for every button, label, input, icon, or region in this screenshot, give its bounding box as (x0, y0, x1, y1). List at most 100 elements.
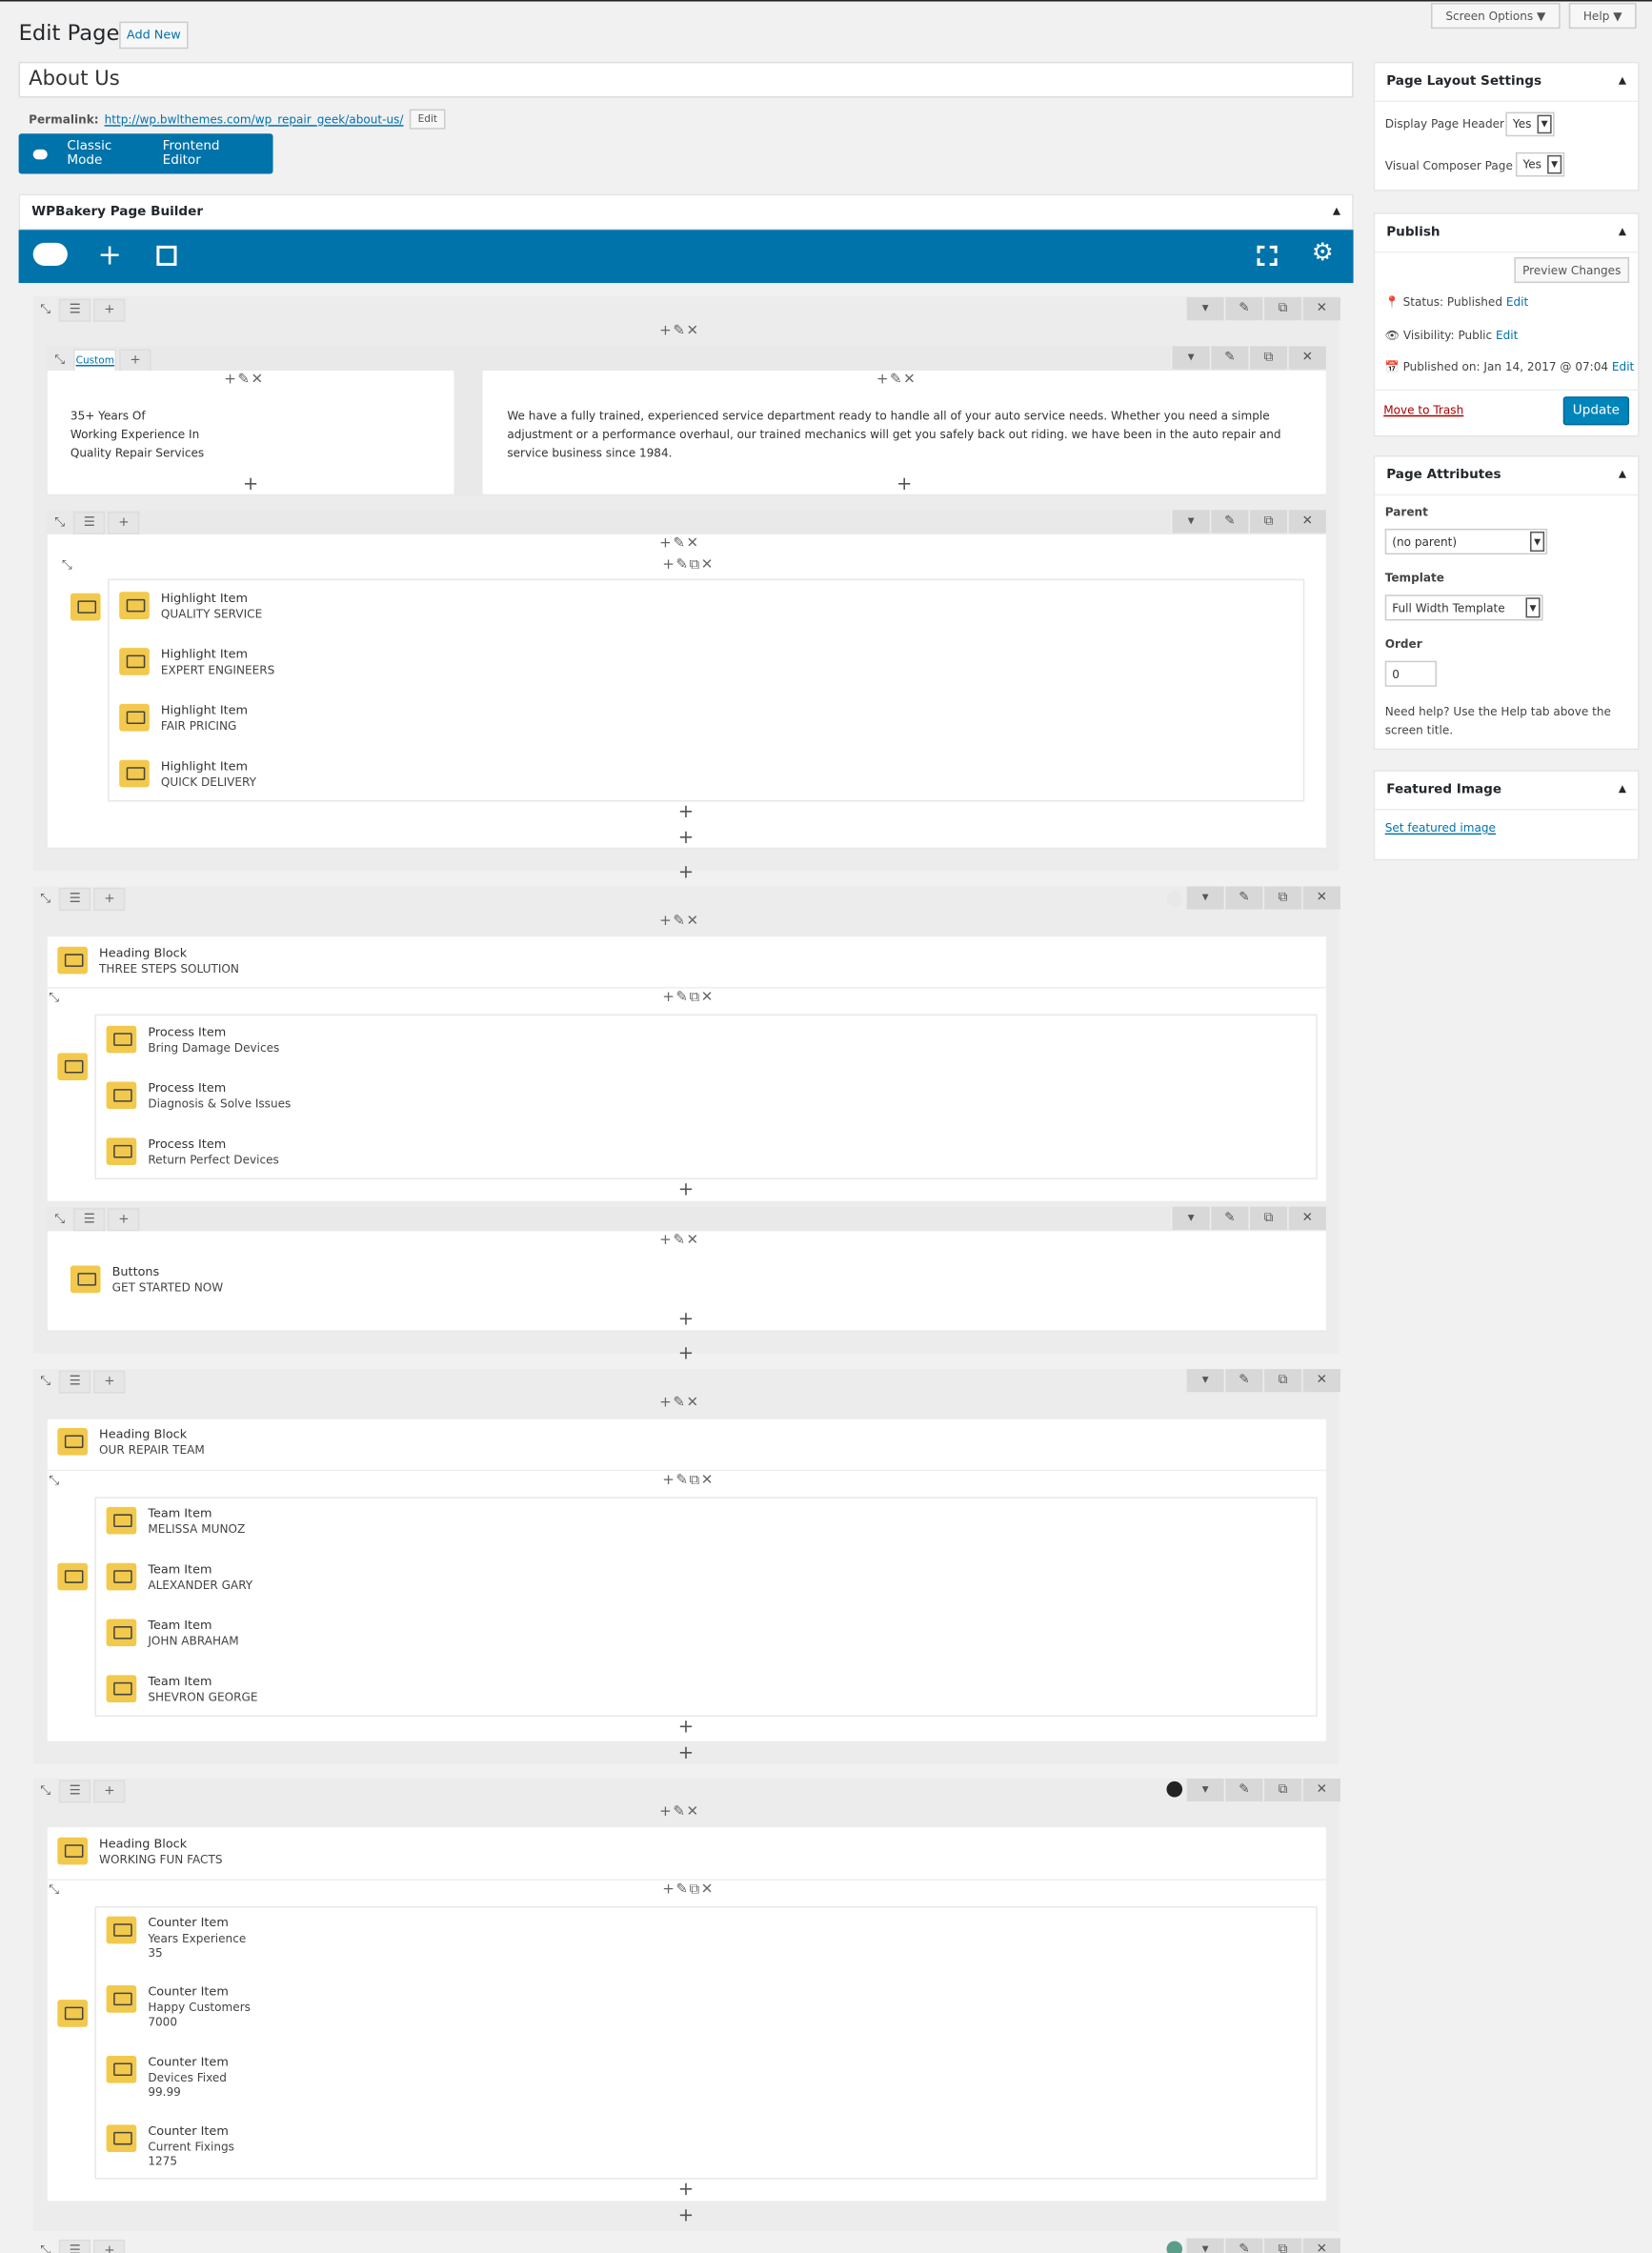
edit-icon[interactable]: ✎ (1223, 1778, 1263, 1802)
wpb-cloud-icon[interactable] (32, 242, 68, 266)
edit-icon[interactable]: ✎ (1209, 346, 1249, 370)
toggle-icon[interactable]: ▾ (1171, 1206, 1210, 1230)
add-column-icon[interactable]: + (93, 1780, 126, 1803)
collapse-arrow-icon[interactable]: ▲ (1619, 226, 1626, 237)
move-icon[interactable]: ⤡ (40, 1375, 50, 1389)
add-element-icon[interactable]: + (678, 1179, 694, 1201)
toggle-icon[interactable]: ▾ (1185, 886, 1224, 910)
add-element-icon[interactable]: + (678, 1343, 694, 1365)
add-element-icon[interactable]: + (678, 2180, 694, 2202)
clone-icon[interactable]: ⧉ (1262, 1778, 1302, 1802)
edit-icon[interactable]: ✎ (1223, 297, 1263, 321)
custom-tag[interactable]: Custom (73, 349, 117, 372)
add-element-icon[interactable]: + (243, 474, 258, 496)
toggle-icon[interactable]: ▾ (1185, 1369, 1224, 1393)
move-icon[interactable]: ⤡ (40, 303, 50, 317)
layout-icon[interactable]: ☰ (59, 1780, 91, 1803)
update-button[interactable]: Update (1562, 396, 1630, 426)
highlight-item[interactable]: Highlight Item QUICK DELIVERY (119, 759, 256, 791)
title-input[interactable]: About Us (18, 61, 1354, 98)
move-icon[interactable]: ⤡ (54, 353, 65, 368)
highlight-item[interactable]: Highlight Item FAIR PRICING (119, 703, 248, 734)
delete-icon[interactable]: ✕ (1301, 1369, 1340, 1393)
add-element-icon[interactable]: + (678, 1742, 694, 1764)
add-column-icon[interactable]: + (93, 298, 126, 322)
column-controls[interactable]: +✎✕ (659, 1395, 699, 1411)
heading-block[interactable]: Heading Block OUR REPAIR TEAM (57, 1427, 205, 1458)
highlight-item[interactable]: Highlight Item QUALITY SERVICE (119, 592, 262, 622)
collapse-arrow-icon[interactable]: ▲ (1333, 206, 1340, 217)
delete-icon[interactable]: ✕ (1301, 886, 1340, 910)
add-element-icon[interactable]: + (98, 237, 122, 272)
add-column-icon[interactable]: + (108, 511, 140, 534)
counter-item[interactable]: Counter Item Happy Customers 7000 (106, 1985, 251, 2030)
column-controls[interactable]: +✎✕ (659, 535, 699, 552)
publish-header[interactable]: Publish ▲ (1375, 214, 1639, 253)
heading-block[interactable]: Heading Block WORKING FUN FACTS (57, 1837, 223, 1868)
delete-icon[interactable]: ✕ (1301, 297, 1340, 321)
collapse-arrow-icon[interactable]: ▲ (1619, 469, 1626, 480)
add-column-icon[interactable]: + (93, 2239, 126, 2253)
toggle-icon[interactable]: ▾ (1185, 297, 1224, 321)
process-item[interactable]: Process Item Diagnosis & Solve Issues (106, 1081, 291, 1113)
toggle-icon[interactable]: ▾ (1185, 2238, 1224, 2253)
layout-icon[interactable]: ☰ (59, 2239, 91, 2253)
display-header-select[interactable]: Yes ▼ (1505, 111, 1555, 137)
fullscreen-icon[interactable] (1257, 245, 1278, 266)
counter-item[interactable]: Counter Item Years Experience 35 (106, 1916, 246, 1961)
layout-icon[interactable]: ☰ (59, 887, 91, 912)
clone-icon[interactable]: ⧉ (1262, 1369, 1302, 1393)
collapse-arrow-icon[interactable]: ▲ (1619, 74, 1626, 86)
template-select[interactable]: Full Width Template ▼ (1384, 594, 1543, 621)
order-input[interactable]: 0 (1384, 660, 1437, 687)
column-controls[interactable]: +✎✕ (659, 1804, 699, 1821)
process-item[interactable]: Process Item Bring Damage Devices (106, 1025, 279, 1056)
toggle-icon[interactable]: ▾ (1171, 346, 1210, 370)
add-element-icon[interactable]: + (678, 1717, 694, 1739)
toggle-icon[interactable]: ▾ (1171, 510, 1210, 533)
container-icon[interactable] (70, 593, 101, 621)
permalink-edit-button[interactable]: Edit (409, 109, 447, 130)
container-icon[interactable] (57, 1053, 88, 1081)
templates-icon[interactable] (156, 245, 177, 266)
clone-icon[interactable]: ⧉ (1248, 346, 1288, 370)
parent-select[interactable]: (no parent) ▼ (1384, 528, 1548, 555)
add-element-icon[interactable]: + (678, 828, 694, 850)
delete-icon[interactable]: ✕ (1287, 510, 1326, 533)
container-controls[interactable]: +✎⧉✕ (662, 557, 715, 573)
add-column-icon[interactable]: + (93, 887, 126, 912)
container-icon[interactable] (57, 1562, 88, 1591)
add-column-icon[interactable]: + (108, 1208, 140, 1232)
move-icon[interactable]: ⤡ (54, 515, 65, 530)
edit-icon[interactable]: ✎ (1209, 1206, 1249, 1230)
row-1-mid-controls[interactable]: +✎✕ (659, 323, 699, 339)
classic-mode-button[interactable]: Classic Mode (67, 139, 148, 168)
col1-controls[interactable]: +✎✕ (224, 372, 264, 389)
clone-icon[interactable]: ⧉ (1248, 1206, 1288, 1230)
highlight-item[interactable]: Highlight Item EXPERT ENGINEERS (119, 648, 274, 678)
container-controls[interactable]: +✎⧉✕ (662, 990, 715, 1006)
delete-icon[interactable]: ✕ (1301, 1778, 1340, 1802)
layout-icon[interactable]: ☰ (73, 511, 106, 534)
edit-icon[interactable]: ✎ (1223, 1369, 1263, 1393)
permalink-link[interactable]: http://wp.bwlthemes.com/wp_repair_geek/a… (105, 112, 404, 126)
column-controls[interactable]: +✎✕ (659, 914, 699, 930)
add-element-icon[interactable]: + (678, 801, 694, 823)
featured-image-header[interactable]: Featured Image ▲ (1375, 772, 1639, 811)
move-to-trash-link[interactable]: Move to Trash (1383, 404, 1463, 417)
frontend-editor-button[interactable]: Frontend Editor (163, 139, 259, 168)
layout-icon[interactable]: ☰ (73, 1208, 106, 1232)
team-item[interactable]: Team Item ALEXANDER GARY (106, 1562, 252, 1594)
move-icon[interactable]: ⤡ (49, 1883, 59, 1898)
add-column-icon[interactable]: + (93, 1370, 126, 1394)
team-item[interactable]: Team Item SHEVRON GEORGE (106, 1675, 257, 1705)
screen-options-button[interactable]: Screen Options ▼ (1430, 3, 1561, 30)
container-controls[interactable]: +✎⧉✕ (662, 1881, 715, 1898)
add-element-icon[interactable]: + (678, 2205, 694, 2227)
clone-icon[interactable]: ⧉ (1262, 886, 1302, 910)
delete-icon[interactable]: ✕ (1301, 2238, 1340, 2253)
team-item[interactable]: Team Item MELISSA MUNOZ (106, 1506, 245, 1538)
container-controls[interactable]: +✎⧉✕ (662, 1473, 715, 1489)
col2-controls[interactable]: +✎✕ (876, 372, 917, 389)
move-icon[interactable]: ⤡ (49, 992, 59, 1006)
